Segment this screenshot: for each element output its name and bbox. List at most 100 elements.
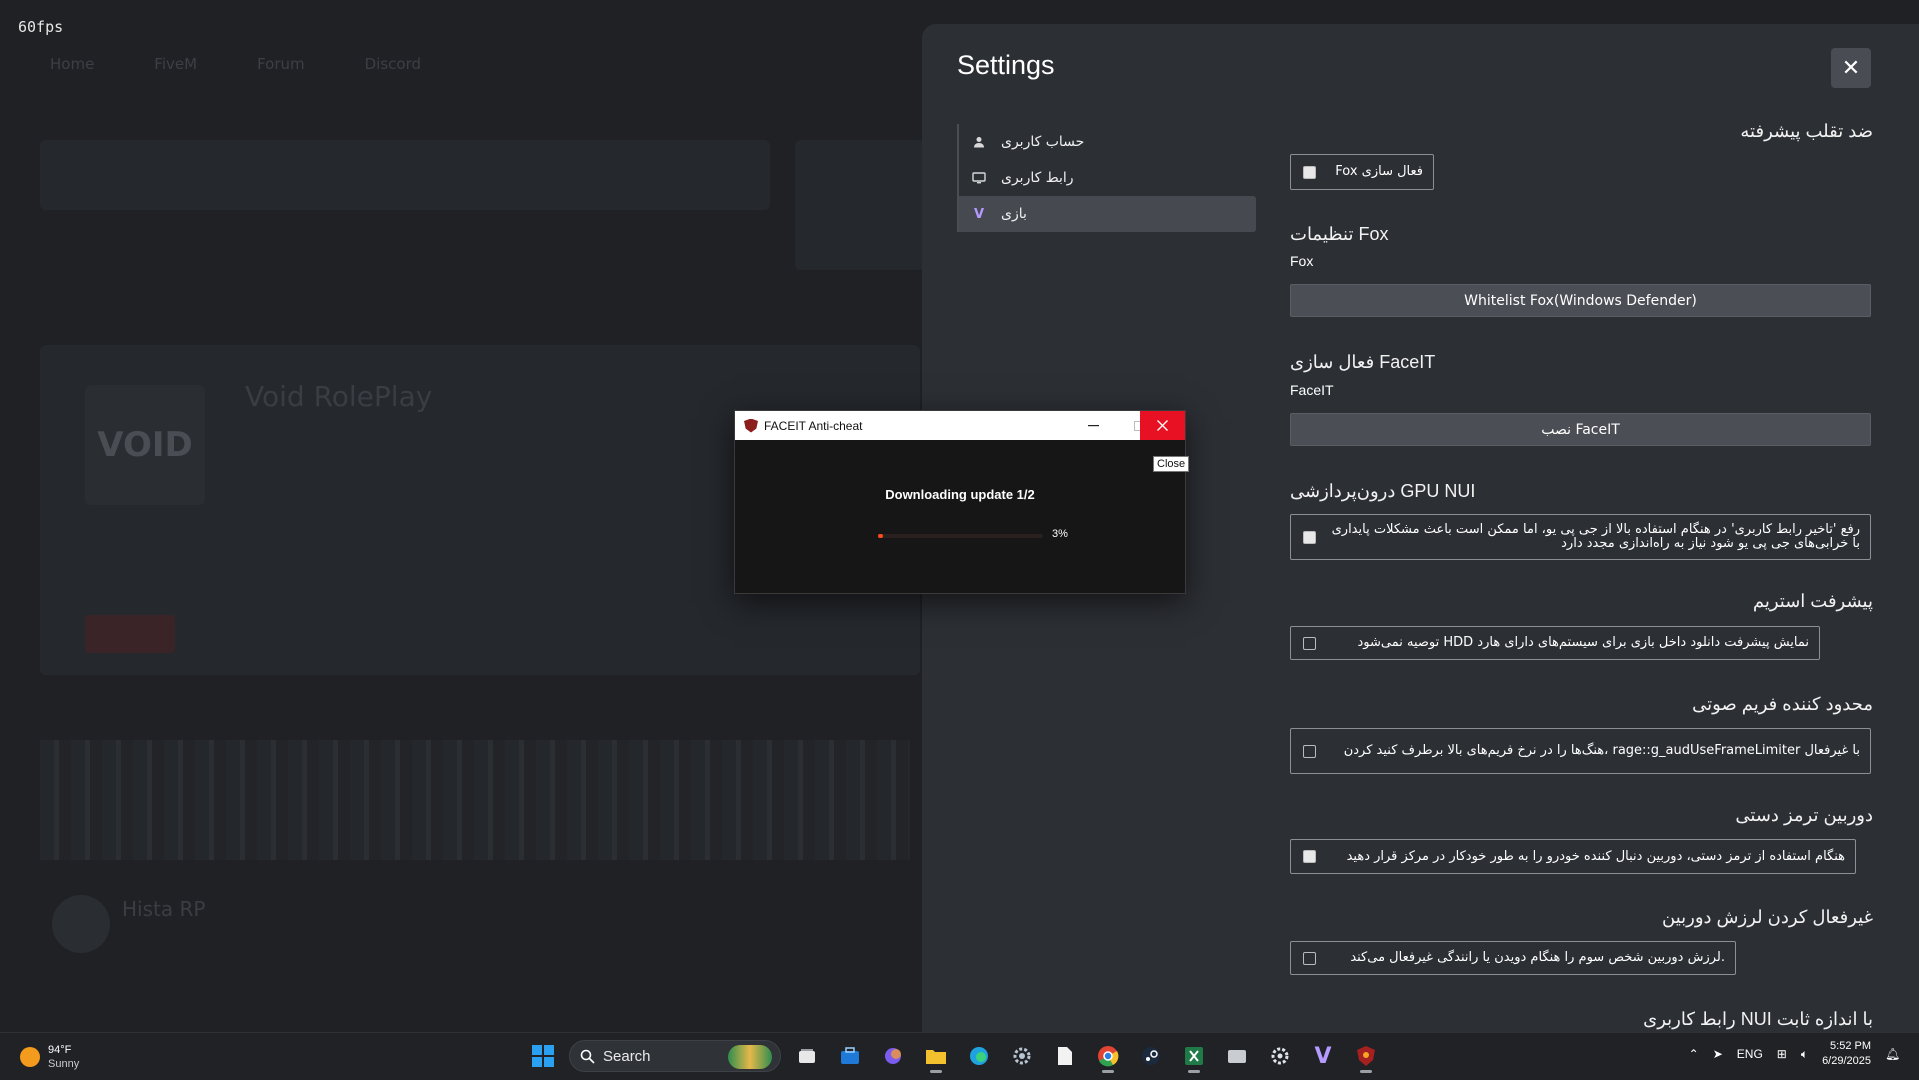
- chrome-button[interactable]: [1091, 1039, 1125, 1073]
- progress-fill: [878, 534, 883, 538]
- nav-item-label: بازی: [1001, 206, 1027, 222]
- faceit-sub: FaceIT: [1290, 382, 1334, 398]
- anticheat-label: فعال سازی Fox: [1335, 164, 1423, 179]
- handbrake-heading: دوربین ترمز دستی: [1735, 805, 1873, 825]
- shake-checkbox[interactable]: .لرزش دوربین شخص سوم را هنگام دویدن یا ر…: [1290, 941, 1736, 975]
- fox-heading: تنظیمات Fox: [1290, 224, 1389, 244]
- weather-condition: Sunny: [48, 1058, 80, 1070]
- search-box[interactable]: Search: [569, 1040, 781, 1072]
- faceit-heading: فعال سازی FaceIT: [1290, 352, 1436, 372]
- file-explorer-button[interactable]: [919, 1039, 953, 1073]
- notepad-button[interactable]: [1048, 1039, 1082, 1073]
- install-faceit-button[interactable]: نصب FaceIT: [1290, 413, 1871, 446]
- gpu-label: رفع 'تاخیر رابط کاربری' در هنگام استفاده…: [1331, 522, 1860, 551]
- fox-sub: Fox: [1290, 253, 1314, 269]
- faceit-shield-icon: [1357, 1046, 1375, 1066]
- language-indicator[interactable]: ENG: [1737, 1047, 1763, 1061]
- nav-item-account[interactable]: حساب کاربری: [959, 124, 1256, 160]
- gear-icon: [1271, 1047, 1289, 1065]
- background-nav: Home FiveM Forum Discord: [50, 55, 421, 73]
- audio-label: با غیرفعال rage::g_audUseFrameLimiter ،ه…: [1343, 743, 1860, 758]
- store-icon: [841, 1047, 859, 1064]
- stream-heading: پیشرفت استریم: [1752, 591, 1873, 611]
- anticheat-heading: ضد تقلب پیشرفته: [1740, 121, 1873, 141]
- nav-item-interface[interactable]: رابط کاربری: [959, 160, 1256, 196]
- windows-icon: [532, 1045, 554, 1067]
- handbrake-label: هنگام استفاده از ترمز دستی، دوربین دنبال…: [1346, 848, 1845, 864]
- download-status: Downloading update 1/2: [885, 487, 1035, 502]
- app-icon: [1228, 1050, 1246, 1063]
- fixed-nui-heading: با اندازه ثابت NUI رابط کاربری: [1643, 1009, 1873, 1029]
- dialog-close-button[interactable]: [1140, 411, 1185, 440]
- start-button[interactable]: [526, 1039, 560, 1073]
- bg-nav-forum: Forum: [257, 55, 305, 73]
- nav-item-game[interactable]: V بازی: [959, 196, 1256, 232]
- epic-button[interactable]: [1263, 1039, 1297, 1073]
- notification-bell-icon[interactable]: 🔔︎: [1885, 1047, 1900, 1061]
- bg-nav-home: Home: [50, 55, 95, 73]
- copilot-button[interactable]: [876, 1039, 910, 1073]
- app-button[interactable]: [1220, 1039, 1254, 1073]
- faceit-shield-icon: [744, 418, 758, 433]
- weather-widget[interactable]: 94°F Sunny: [20, 1043, 79, 1071]
- close-icon: [1157, 420, 1168, 431]
- bg-card-server: [795, 140, 925, 270]
- progress-percent: 3%: [1052, 528, 1068, 540]
- handbrake-checkbox[interactable]: هنگام استفاده از ترمز دستی، دوربین دنبال…: [1290, 839, 1856, 874]
- task-view-icon: [799, 1049, 815, 1063]
- copilot-icon: [885, 1048, 901, 1064]
- checkbox-icon: [1303, 636, 1316, 650]
- search-placeholder: Search: [603, 1047, 651, 1065]
- clock[interactable]: 5:52 PM 6/29/2025: [1822, 1039, 1871, 1069]
- checkbox-icon: [1303, 951, 1316, 965]
- volume-icon[interactable]: 🔈︎: [1801, 1047, 1808, 1062]
- v-icon: V: [973, 206, 985, 222]
- store-button[interactable]: [833, 1039, 867, 1073]
- bg-connect-button: [85, 615, 175, 653]
- stream-checkbox[interactable]: نمایش پیشرفت دانلود داخل بازی برای سیستم…: [1290, 626, 1820, 660]
- minimize-icon: [1088, 424, 1099, 426]
- progress-bar: [878, 534, 1043, 538]
- fivem-launcher-button[interactable]: V: [1306, 1039, 1340, 1073]
- chevron-up-icon[interactable]: ⌃: [1689, 1047, 1699, 1061]
- dialog-titlebar[interactable]: FACEIT Anti-cheat: [735, 411, 1185, 440]
- gear-icon: [1013, 1047, 1031, 1065]
- server-title-2: Hista RP: [122, 897, 206, 921]
- edge-button[interactable]: [962, 1039, 996, 1073]
- location-icon[interactable]: ➤: [1713, 1047, 1723, 1061]
- taskbar: 94°F Sunny Search V ⌃ ➤ ENG ⊞ 🔈︎ 5:52 PM…: [0, 1032, 1919, 1080]
- audio-checkbox[interactable]: با غیرفعال rage::g_audUseFrameLimiter ،ه…: [1290, 728, 1871, 774]
- steam-button[interactable]: [1134, 1039, 1168, 1073]
- clock-time: 5:52 PM: [1830, 1040, 1871, 1052]
- task-view-button[interactable]: [790, 1039, 824, 1073]
- faceit-dialog: FACEIT Anti-cheat Downloading update 1/2…: [734, 410, 1186, 594]
- sun-icon: [20, 1047, 40, 1067]
- bg-nav-fivem: FiveM: [154, 55, 198, 73]
- checkbox-icon: [1303, 530, 1316, 544]
- dialog-title: FACEIT Anti-cheat: [764, 418, 863, 433]
- folder-icon: [926, 1050, 946, 1064]
- bg-card-header: [40, 140, 770, 210]
- shake-label: .لرزش دوربین شخص سوم را هنگام دویدن یا ر…: [1350, 950, 1725, 965]
- fps-counter: 60fps: [18, 18, 64, 36]
- excel-icon: [1185, 1047, 1203, 1065]
- anticheat-checkbox[interactable]: فعال سازی Fox: [1290, 154, 1434, 190]
- minimize-button[interactable]: [1071, 411, 1116, 440]
- whitelist-fox-button[interactable]: Whitelist Fox(Windows Defender): [1290, 284, 1871, 317]
- clock-date: 6/29/2025: [1822, 1055, 1871, 1067]
- checkbox-icon: [1303, 744, 1316, 758]
- server-title: Void RolePlay: [245, 380, 433, 413]
- faceit-button[interactable]: [1349, 1039, 1383, 1073]
- nav-item-label: رابط کاربری: [1001, 170, 1074, 186]
- system-tray: ⌃ ➤ ENG ⊞ 🔈︎ 5:52 PM 6/29/2025 🔔︎: [1689, 1039, 1901, 1069]
- settings-app-button[interactable]: [1005, 1039, 1039, 1073]
- gpu-checkbox[interactable]: رفع 'تاخیر رابط کاربری' در هنگام استفاده…: [1290, 514, 1871, 560]
- checkbox-icon: [1303, 165, 1316, 179]
- bg-nav-discord: Discord: [364, 55, 422, 73]
- network-icon[interactable]: ⊞: [1777, 1047, 1787, 1061]
- excel-button[interactable]: [1177, 1039, 1211, 1073]
- steam-icon: [1142, 1047, 1160, 1065]
- chrome-icon: [1098, 1046, 1119, 1067]
- bg-avatar: [52, 895, 110, 953]
- taskbar-apps: Search V: [526, 1039, 1383, 1073]
